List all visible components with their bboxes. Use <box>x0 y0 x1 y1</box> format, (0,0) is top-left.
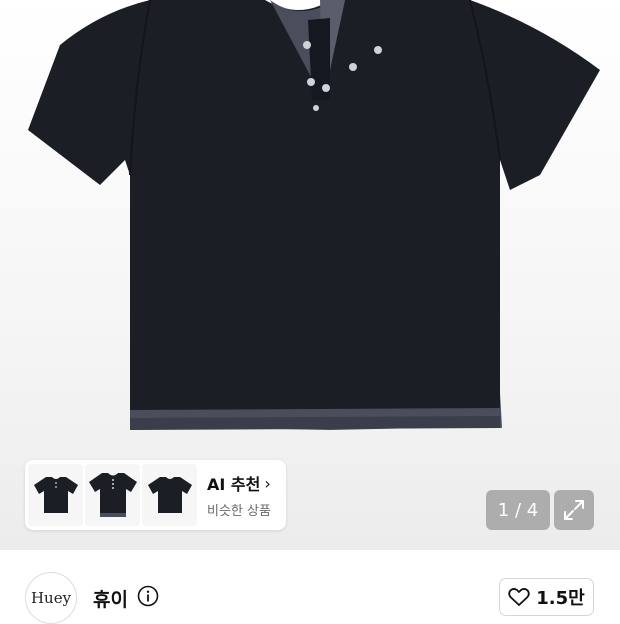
ai-recommend-thumbnail-2[interactable] <box>85 464 140 526</box>
tshirt-thumbnail-icon <box>33 477 78 513</box>
chevron-right-icon: › <box>264 473 271 493</box>
expand-gallery-button[interactable] <box>554 490 594 530</box>
ai-recommend-card[interactable]: AI 추천 › 비슷한 상품 <box>25 460 286 530</box>
expand-icon <box>564 500 584 520</box>
tshirt-thumbnail-icon <box>147 477 192 513</box>
ai-recommend-thumbnail-1[interactable] <box>28 464 83 526</box>
tshirt-thumbnail-icon <box>88 473 137 517</box>
heart-outline-icon <box>508 588 530 606</box>
ai-recommend-title-row[interactable]: AI 추천 › <box>207 471 271 495</box>
ai-recommend-title: AI 추천 <box>207 475 261 494</box>
like-button[interactable]: 1.5만 <box>499 578 594 616</box>
ai-recommend-thumbnail-3[interactable] <box>142 464 197 526</box>
seller-avatar[interactable]: Huey <box>25 572 77 624</box>
info-icon[interactable] <box>137 585 159 607</box>
gallery-page-indicator: 1 / 4 <box>486 490 550 530</box>
product-image-gallery[interactable]: AI 추천 › 비슷한 상품 1 / 4 <box>0 0 620 550</box>
seller-name[interactable]: 휴이 <box>93 585 128 612</box>
ai-recommend-subtitle: 비슷한 상품 <box>207 504 271 519</box>
like-count: 1.5만 <box>536 588 585 609</box>
ai-recommend-text: AI 추천 › 비슷한 상품 <box>207 471 271 520</box>
seller-bar: Huey 휴이 1.5만 <box>0 550 620 624</box>
